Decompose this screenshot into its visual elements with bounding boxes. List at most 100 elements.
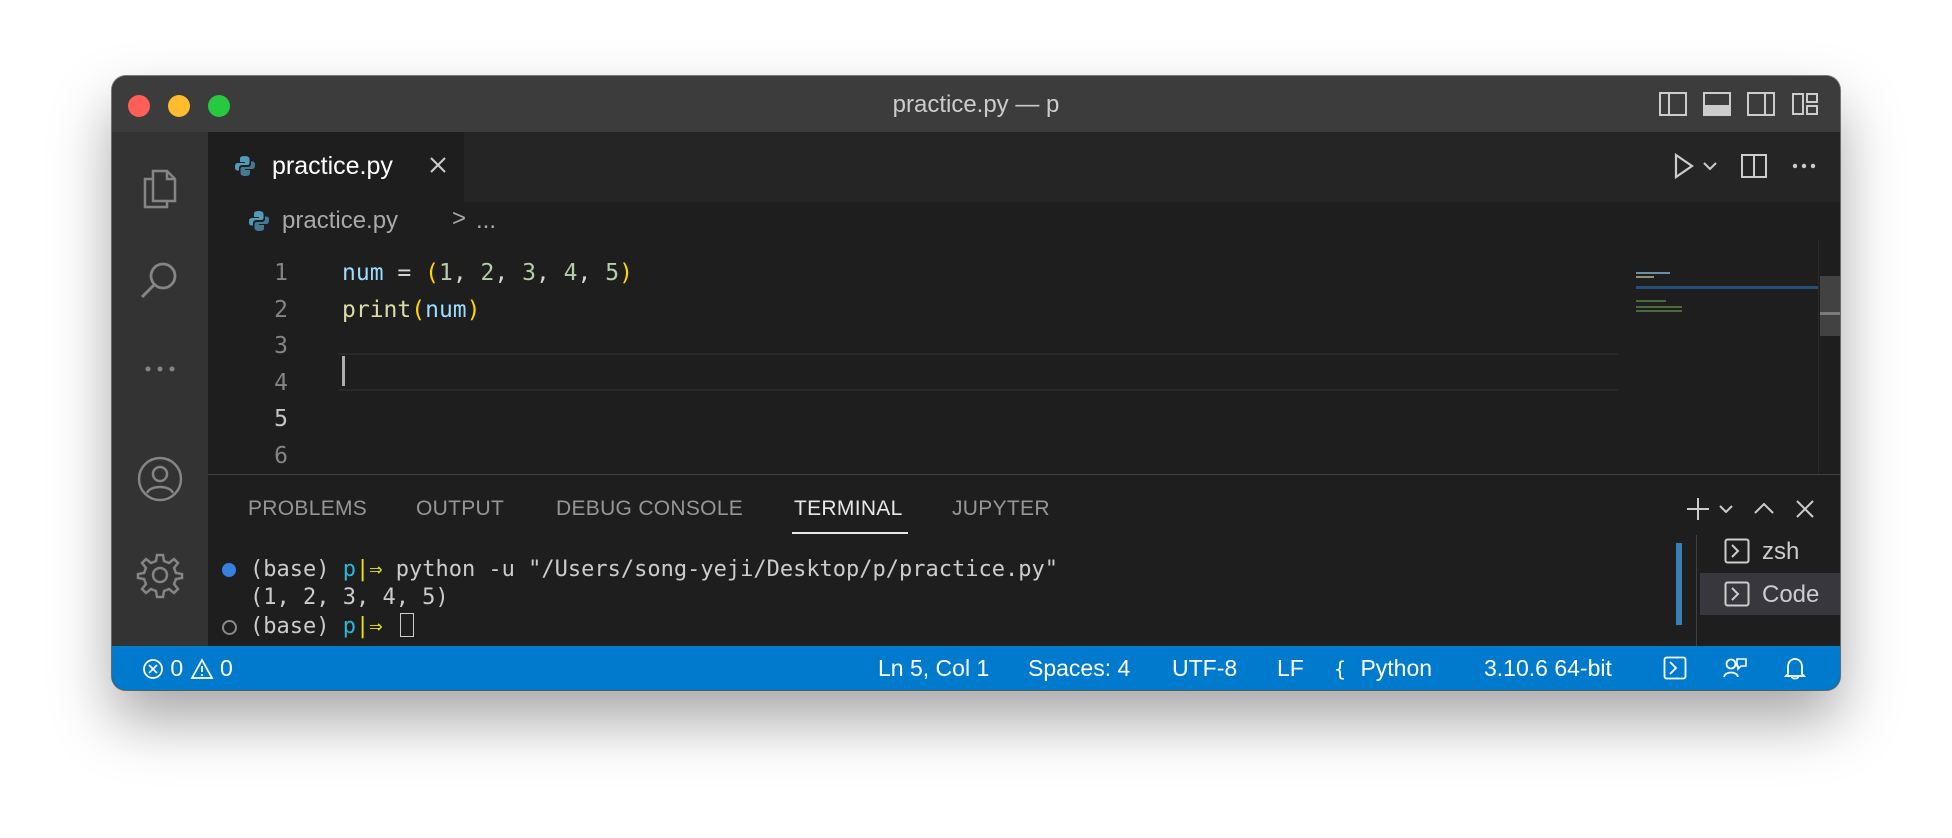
explorer-icon[interactable] <box>112 152 208 222</box>
line-number: 4 <box>274 369 288 396</box>
code-token: 3 <box>522 260 536 286</box>
tab-debug-console[interactable]: DEBUG CONSOLE <box>556 497 743 521</box>
line-number: 5 <box>274 406 288 432</box>
problems-status[interactable]: 0 0 <box>142 655 233 682</box>
tab-practice-py[interactable]: practice.py <box>208 132 464 202</box>
toggle-primary-sidebar-icon[interactable] <box>1658 90 1688 118</box>
code-token: , <box>452 260 481 286</box>
error-count: 0 <box>170 655 184 681</box>
notifications-bell-icon[interactable] <box>1783 655 1807 682</box>
chevron-down-icon[interactable] <box>1702 160 1718 172</box>
activity-bar <box>112 132 208 646</box>
code-token: , <box>577 260 606 286</box>
error-icon <box>143 659 163 679</box>
code-token: num <box>425 296 467 323</box>
code-token: 4 <box>563 260 578 286</box>
maximize-panel-chevron-up-icon[interactable] <box>1752 497 1776 521</box>
editor-tab-bar: practice.py <box>208 132 1840 202</box>
code-token: 5 <box>605 260 620 286</box>
file-encoding[interactable]: UTF-8 <box>1172 655 1237 682</box>
line-number: 1 <box>274 260 288 286</box>
code-token: = <box>383 260 426 286</box>
terminal-line-prompt[interactable]: (base) p|⇒ <box>250 613 414 639</box>
terminal-list-label: zsh <box>1762 538 1800 565</box>
code-token: 2 <box>480 260 495 286</box>
code-token: , <box>494 260 523 286</box>
code-token: ) <box>619 260 633 286</box>
toggle-panel-icon[interactable] <box>1702 90 1732 118</box>
text-cursor <box>342 356 345 386</box>
status-bar: 0 0 Ln 5, Col 1 Spaces: 4 UTF-8 LF { Pyt… <box>112 646 1840 690</box>
code-token: ( <box>411 296 426 323</box>
line-number: 6 <box>274 442 288 469</box>
customize-layout-icon[interactable] <box>1790 90 1820 118</box>
terminal-cursor <box>399 613 414 637</box>
search-icon[interactable] <box>112 246 208 316</box>
run-python-file-button[interactable] <box>1670 152 1718 180</box>
split-editor-icon[interactable] <box>1740 152 1768 180</box>
active-tab-indicator <box>792 532 908 534</box>
code-token: num <box>342 260 384 286</box>
breadcrumb-file[interactable]: practice.py <box>282 207 398 235</box>
code-token: print <box>342 296 412 323</box>
code-token: ( <box>425 260 439 286</box>
minimap[interactable] <box>1636 270 1826 330</box>
terminal-scrollbar[interactable] <box>1676 543 1682 625</box>
terminal-list-label: Code <box>1762 581 1820 608</box>
run-play-icon <box>1674 152 1694 180</box>
accounts-icon[interactable] <box>112 444 208 514</box>
terminal-list-divider <box>1696 535 1697 647</box>
command-pending-decoration[interactable] <box>222 620 237 635</box>
python-file-icon <box>235 156 255 176</box>
more-actions-icon[interactable] <box>1790 152 1818 180</box>
end-of-line-sequence[interactable]: LF <box>1277 655 1304 682</box>
plus-icon <box>1687 498 1709 520</box>
window-title: practice.py — p <box>892 91 1060 118</box>
terminal-status-icon[interactable] <box>1663 655 1687 682</box>
breadcrumb-symbols[interactable]: ... <box>476 207 496 235</box>
tab-label: practice.py <box>272 152 393 180</box>
feedback-icon[interactable] <box>1722 655 1748 682</box>
language-braces-icon: { <box>1334 657 1347 681</box>
more-views-icon[interactable] <box>112 334 208 404</box>
warning-count: 0 <box>219 655 233 681</box>
toggle-secondary-sidebar-icon[interactable] <box>1746 90 1776 118</box>
editor-actions <box>1670 152 1818 180</box>
chevron-down-icon[interactable] <box>1718 503 1734 515</box>
code-line: print(num) <box>342 297 481 323</box>
python-interpreter[interactable]: 3.10.6 64-bit <box>1484 655 1612 682</box>
command-success-decoration[interactable] <box>222 563 236 577</box>
terminal-list-item-zsh[interactable]: zsh <box>1700 530 1840 572</box>
code-line: num = (1, 2, 3, 4, 5) <box>342 260 633 286</box>
language-mode[interactable]: { Python <box>1334 655 1432 682</box>
panel-actions <box>1684 495 1816 523</box>
breadcrumb-chevron-icon: > <box>452 205 467 232</box>
current-line-highlight <box>338 353 1618 391</box>
close-tab-icon[interactable] <box>426 153 450 177</box>
line-number: 2 <box>274 296 288 323</box>
editor-scroll-thumb[interactable] <box>1820 276 1840 336</box>
new-terminal-button[interactable] <box>1684 495 1734 523</box>
terminal-line-command: (base) p|⇒ python -u "/Users/song-yeji/D… <box>250 557 1058 582</box>
indentation-setting[interactable]: Spaces: 4 <box>1028 655 1130 682</box>
code-token: ) <box>466 296 481 323</box>
terminal-icon <box>1724 581 1750 607</box>
code-token: , <box>535 260 564 286</box>
close-panel-icon[interactable] <box>1794 498 1816 520</box>
terminal-icon <box>1724 538 1750 564</box>
tab-output[interactable]: OUTPUT <box>416 497 504 521</box>
layout-controls <box>1658 90 1820 118</box>
tab-jupyter[interactable]: JUPYTER <box>952 497 1050 521</box>
terminal-line-output: (1, 2, 3, 4, 5) <box>250 585 449 610</box>
warning-icon <box>190 658 214 679</box>
vscode-window: practice.py — p practice.py practice.py … <box>112 76 1840 690</box>
scroll-position-marker <box>1820 312 1840 315</box>
tab-problems[interactable]: PROBLEMS <box>248 497 367 521</box>
settings-gear-icon[interactable] <box>112 540 208 610</box>
cursor-position[interactable]: Ln 5, Col 1 <box>878 655 989 682</box>
code-editor[interactable]: 1234567 num = (1, 2, 3, 4, 5)print(num) <box>208 240 1840 476</box>
title-bar: practice.py — p <box>112 76 1840 133</box>
terminal-list-item-code[interactable]: Code <box>1700 573 1840 615</box>
bottom-panel: PROBLEMS OUTPUT DEBUG CONSOLE TERMINAL J… <box>208 474 1840 647</box>
tab-terminal[interactable]: TERMINAL <box>794 497 903 521</box>
